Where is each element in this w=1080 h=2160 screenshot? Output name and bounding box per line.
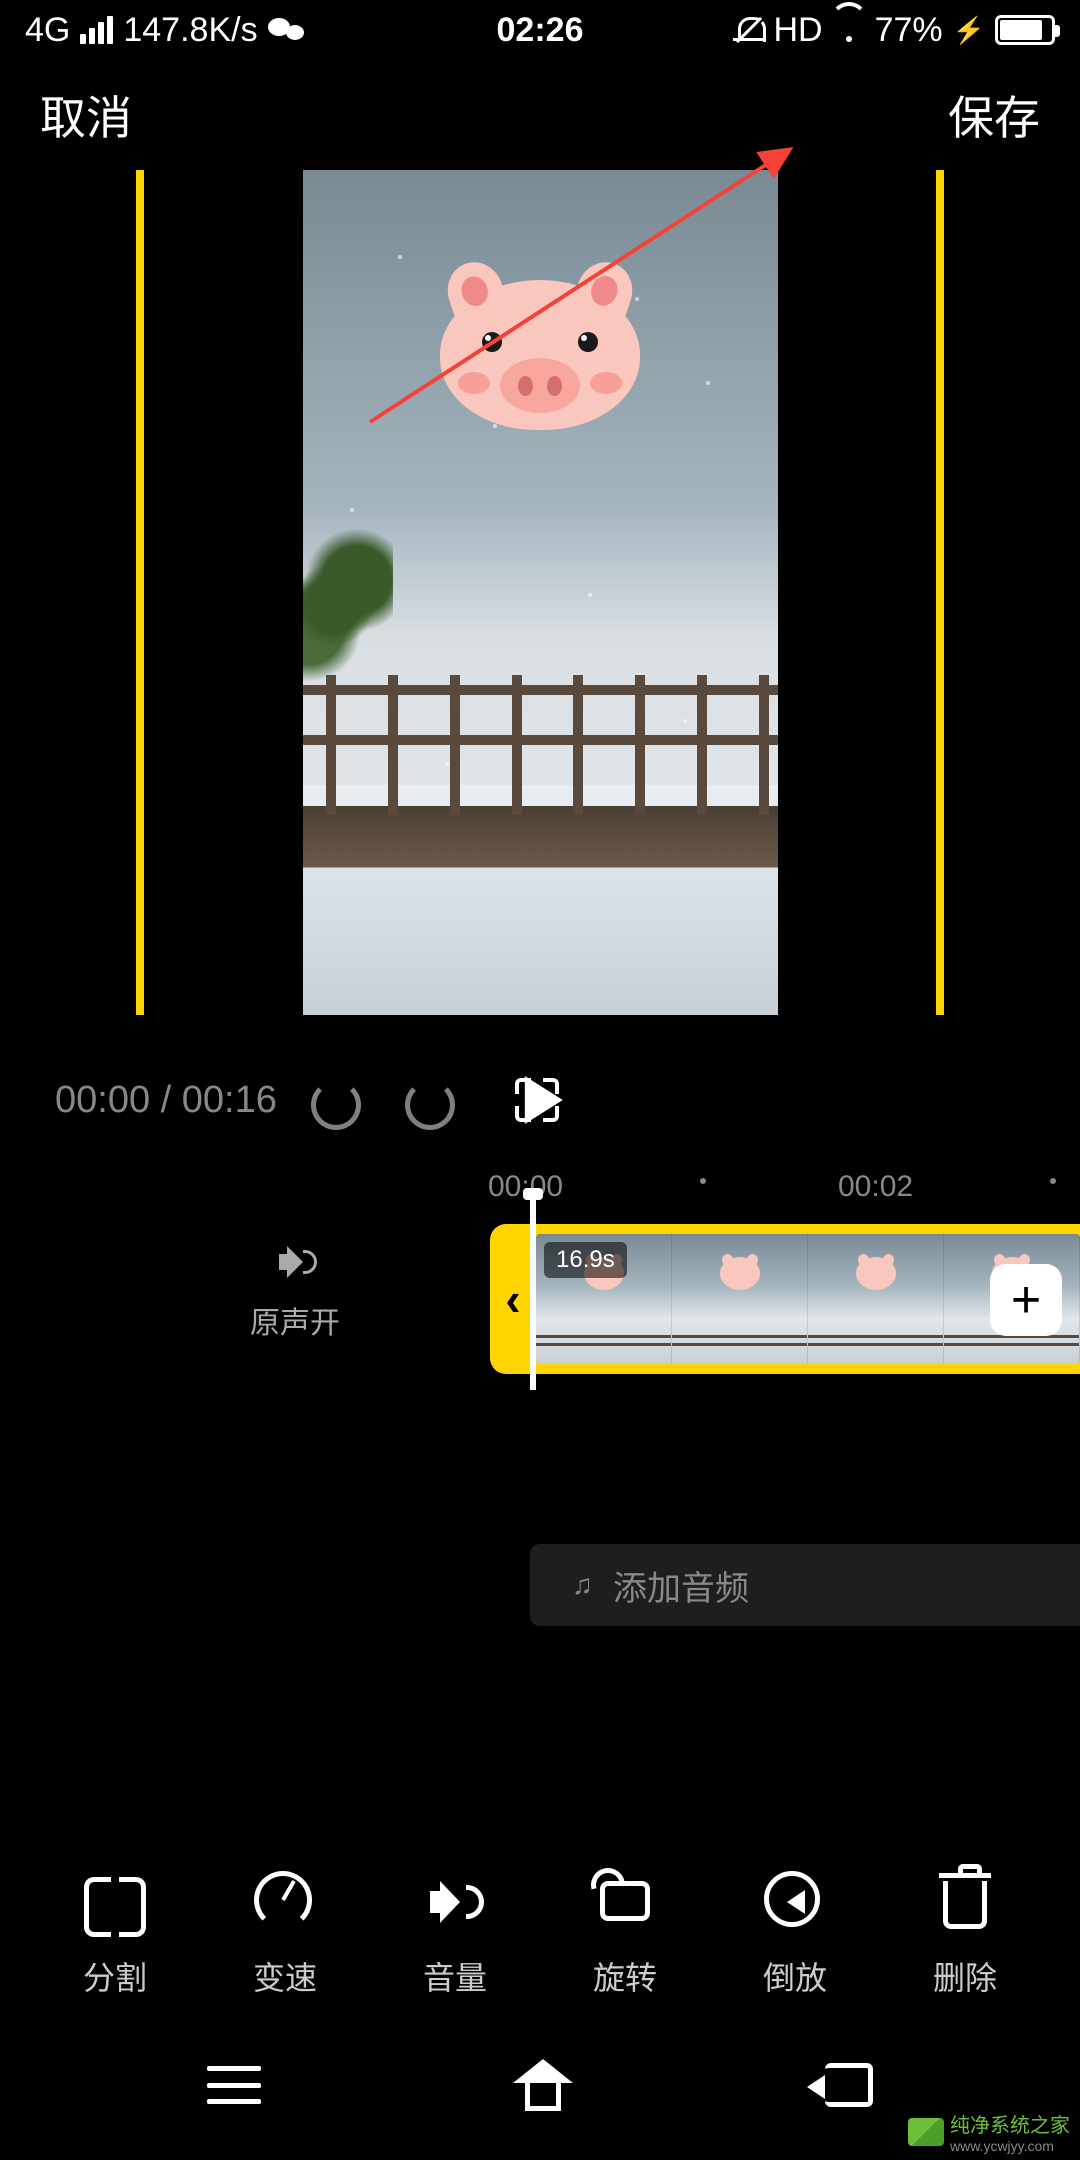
battery-pct: 77% — [875, 11, 943, 50]
status-time: 02:26 — [497, 11, 584, 50]
music-icon: ♫ — [572, 1569, 593, 1601]
reverse-icon — [764, 1871, 820, 1927]
ruler-dot — [700, 1178, 706, 1184]
nav-recent-button[interactable] — [207, 2066, 261, 2104]
delete-button[interactable]: 删除 — [933, 1871, 997, 1999]
split-icon — [84, 1871, 146, 1933]
top-bar: 取消 保存 — [0, 60, 1080, 170]
status-left: 4G 147.8K/s — [25, 11, 306, 50]
nav-back-button[interactable] — [825, 2063, 873, 2107]
nav-home-button[interactable] — [515, 2059, 571, 2111]
charging-icon: ⚡ — [953, 15, 985, 46]
network-type: 4G — [25, 11, 70, 50]
fullscreen-button[interactable] — [515, 1078, 559, 1122]
rotate-icon — [600, 1881, 650, 1921]
signal-icon — [80, 16, 113, 44]
dnd-icon — [735, 15, 763, 45]
split-button[interactable]: 分割 — [83, 1871, 147, 1999]
add-audio-button[interactable]: ♫ 添加音频 — [530, 1544, 1080, 1626]
watermark-url: www.ycwjyy.com — [950, 2138, 1070, 2154]
network-speed: 147.8K/s — [123, 11, 257, 50]
wechat-icon — [268, 14, 306, 46]
reverse-button[interactable]: 倒放 — [763, 1871, 827, 1999]
watermark-brand: 纯净系统之家 — [950, 2109, 1070, 2138]
pig-sticker — [440, 280, 640, 440]
add-audio-label: 添加音频 — [613, 1561, 749, 1610]
status-bar: 4G 147.8K/s 02:26 HD 77% ⚡ — [0, 0, 1080, 60]
speed-icon — [254, 1871, 312, 1929]
deck-graphic — [303, 806, 778, 868]
current-time: 00:00 — [55, 1079, 150, 1121]
hd-label: HD — [773, 11, 822, 50]
watermark: 纯净系统之家 www.ycwjyy.com — [908, 2109, 1070, 2154]
speed-button[interactable]: 变速 — [253, 1871, 317, 1999]
watermark-logo-icon — [908, 2118, 944, 2146]
sound-label: 原声开 — [250, 1298, 340, 1342]
playback-controls: 00:00 / 00:16 — [0, 1050, 1080, 1150]
trim-handle-left[interactable] — [136, 170, 144, 1015]
status-right: HD 77% ⚡ — [735, 11, 1055, 50]
original-sound-toggle[interactable]: 原声开 — [250, 1240, 340, 1342]
timeline[interactable]: 原声开 ‹ 16.9s + — [0, 1220, 1080, 1400]
cancel-button[interactable]: 取消 — [40, 82, 132, 148]
video-preview[interactable] — [0, 170, 1080, 1050]
playhead[interactable] — [530, 1190, 536, 1390]
video-frame — [303, 170, 778, 1015]
rotate-button[interactable]: 旋转 — [593, 1871, 657, 1999]
volume-button[interactable]: 音量 — [423, 1871, 487, 1999]
time-display: 00:00 / 00:16 — [55, 1079, 277, 1122]
total-time: 00:16 — [182, 1079, 277, 1121]
add-clip-button[interactable]: + — [990, 1264, 1062, 1336]
ruler-tick-1: 00:02 — [838, 1170, 913, 1204]
wifi-icon — [833, 18, 865, 42]
delete-icon — [943, 1881, 987, 1929]
volume-icon — [424, 1871, 486, 1933]
undo-button[interactable] — [307, 1076, 355, 1124]
edit-toolbar: 分割 变速 音量 旋转 倒放 删除 — [0, 1850, 1080, 2020]
redo-button[interactable] — [411, 1076, 459, 1124]
trim-handle-right[interactable] — [936, 170, 944, 1015]
clip-duration-badge: 16.9s — [544, 1242, 627, 1278]
battery-icon — [995, 15, 1055, 45]
speaker-icon — [273, 1240, 317, 1284]
save-button[interactable]: 保存 — [948, 82, 1040, 148]
fence-graphic — [303, 675, 778, 815]
time-ruler[interactable]: 00:00 00:02 — [0, 1150, 1080, 1220]
ruler-dot — [1050, 1178, 1056, 1184]
